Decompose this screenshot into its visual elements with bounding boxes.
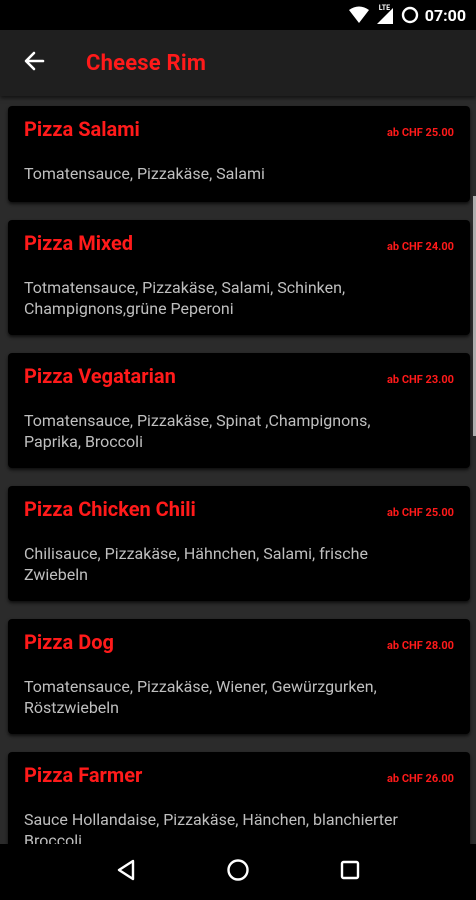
network-type: LTE [378, 4, 391, 12]
menu-item-name: Pizza Mixed [24, 231, 134, 255]
menu-item-price: ab CHF 24.00 [387, 240, 454, 253]
menu-item-header: Pizza Farmer ab CHF 26.00 [24, 760, 454, 790]
menu-item-card[interactable]: Pizza Vegatarian ab CHF 23.00 Tomatensauce… [8, 353, 470, 468]
status-bar: LTE 07:00 [0, 0, 476, 30]
back-triangle-icon [115, 859, 137, 885]
menu-item-name: Pizza Vegatarian [24, 364, 176, 388]
menu-item-header: Pizza Vegatarian ab CHF 23.00 [24, 361, 454, 391]
menu-item-card[interactable]: Pizza Dog ab CHF 28.00 Tomatensauce, Pizza… [8, 619, 470, 734]
app-bar: Cheese Rim [0, 30, 476, 96]
menu-item-name: Pizza Farmer [24, 763, 143, 787]
recents-square-icon [339, 859, 361, 885]
back-button[interactable] [22, 51, 46, 75]
menu-item-price: ab CHF 23.00 [387, 373, 454, 386]
menu-item-header: Pizza Chicken Chili ab CHF 25.00 [24, 494, 454, 524]
page-title: Cheese Rim [86, 50, 207, 76]
menu-item-header: Pizza Mixed ab CHF 24.00 [24, 228, 454, 258]
menu-item-description: Tomatensauce, Pizzakäse, Spinat ,Champig… [24, 411, 371, 451]
menu-item-description: Chilisauce, Pizzakäse, Hähnchen, Salami,… [24, 544, 368, 584]
home-circle-icon [226, 858, 250, 886]
menu-item-price: ab CHF 25.00 [387, 126, 454, 139]
wifi-icon [348, 6, 369, 24]
status-time: 07:00 [424, 5, 466, 25]
nav-back-button[interactable] [111, 857, 141, 887]
battery-icon [401, 6, 419, 24]
navigation-bar [0, 844, 476, 900]
menu-item-price: ab CHF 26.00 [387, 772, 454, 785]
menu-item-description: Sauce Hollandaise, Pizzakäse, Hänchen, b… [24, 810, 398, 844]
menu-item-card[interactable]: Pizza Farmer ab CHF 26.00 Sauce Hollandais… [8, 752, 470, 844]
menu-item-header: Pizza Dog ab CHF 28.00 [24, 627, 454, 657]
menu-item-description: Tomatensauce, Pizzakäse, Wiener, Gewürzg… [24, 677, 377, 717]
menu-item-name: Pizza Chicken Chili [24, 497, 196, 521]
menu-list[interactable]: Pizza Salami ab CHF 25.00 Tomatensauce, Pi… [0, 96, 476, 844]
menu-item-header: Pizza Salami ab CHF 25.00 [24, 114, 454, 144]
menu-item-description: Totmatensauce, Pizzakäse, Salami, Schink… [24, 278, 346, 318]
menu-item-card[interactable]: Pizza Chicken Chili ab CHF 25.00 Chilisauc… [8, 486, 470, 601]
menu-item-card[interactable]: Pizza Salami ab CHF 25.00 Tomatensauce, Pi… [8, 106, 470, 202]
arrow-back-icon [23, 50, 45, 76]
signal-icon: LTE [375, 4, 395, 24]
menu-item-price: ab CHF 28.00 [387, 639, 454, 652]
menu-item-price: ab CHF 25.00 [387, 506, 454, 519]
menu-item-name: Pizza Salami [24, 117, 140, 141]
menu-item-name: Pizza Dog [24, 630, 114, 654]
nav-home-button[interactable] [223, 857, 253, 887]
menu-item-description: Tomatensauce, Pizzakäse, Salami [24, 164, 265, 183]
nav-recents-button[interactable] [335, 857, 365, 887]
menu-item-card[interactable]: Pizza Mixed ab CHF 24.00 Totmatensauce, Pi… [8, 220, 470, 335]
